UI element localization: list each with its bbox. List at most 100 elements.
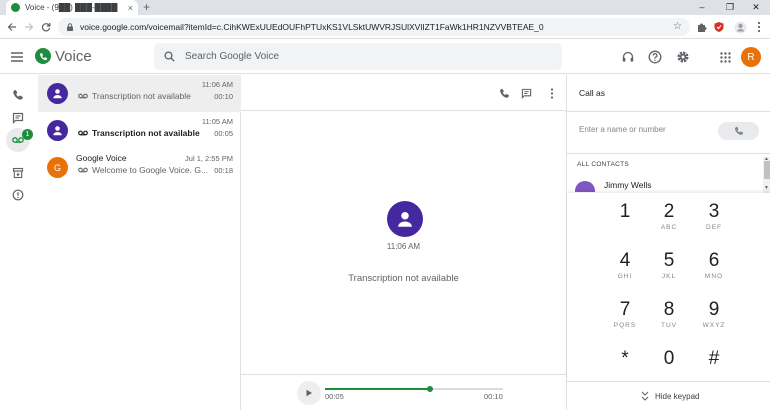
- reload-icon[interactable]: [38, 19, 54, 35]
- key-8[interactable]: 8 TUV: [649, 299, 689, 341]
- scrollbar-thumb[interactable]: [764, 161, 770, 179]
- lock-icon: [67, 23, 73, 31]
- key-star[interactable]: *: [605, 348, 645, 390]
- tab-close-icon[interactable]: ×: [128, 3, 133, 13]
- seek-slider-thumb[interactable]: [427, 386, 434, 392]
- contacts-scrollbar[interactable]: ▲ ▼: [763, 156, 770, 193]
- key-letters: GHI: [617, 273, 633, 280]
- contacts-header: ALL CONTACTS: [577, 161, 629, 168]
- browser-tab[interactable]: Voice - (9██) ███-████ ×: [6, 0, 138, 15]
- search-input[interactable]: [185, 51, 485, 62]
- more-options-icon[interactable]: [545, 86, 559, 100]
- list-item[interactable]: Transcription not available 11:06 AM 00:…: [38, 75, 241, 112]
- nav-archive[interactable]: [6, 161, 30, 185]
- key-6[interactable]: 6 MNO: [694, 250, 734, 292]
- nav-calls[interactable]: [6, 83, 30, 107]
- key-1[interactable]: 1: [605, 201, 645, 243]
- google-voice-logo-icon: [35, 48, 51, 64]
- key-digit: 8: [663, 299, 675, 320]
- address-bar: voice.google.com/voicemail?itemId=c.CihK…: [0, 15, 770, 39]
- voicemail-preview: Transcription not available: [92, 128, 200, 138]
- transcription-text: Transcription not available: [348, 273, 459, 284]
- nav-messages[interactable]: [6, 106, 30, 130]
- hide-keypad-label: Hide keypad: [655, 391, 700, 401]
- archive-icon: [12, 167, 24, 179]
- tab-title: Voice - (9██) ███-████: [25, 3, 118, 12]
- voicemail-list: Transcription not available 11:06 AM 00:…: [38, 75, 241, 410]
- contact-item[interactable]: Jimmy Wells: [575, 178, 765, 192]
- voicemail-time: 11:05 AM: [201, 117, 233, 126]
- profile-icon[interactable]: [733, 20, 747, 34]
- voicemail-icon: [78, 130, 88, 136]
- key-digit: 6: [708, 250, 720, 271]
- voicemail-received-time: 11:06 AM: [386, 242, 421, 251]
- window-close-button[interactable]: ✕: [742, 0, 770, 15]
- window-maximize-button[interactable]: ❒: [716, 0, 744, 15]
- voicemail-icon: [78, 93, 88, 99]
- url-omnibox[interactable]: voice.google.com/voicemail?itemId=c.CihK…: [58, 18, 690, 36]
- voicemail-time: Jul 1, 2:55 PM: [185, 154, 233, 163]
- extension-puzzle-icon[interactable]: [695, 20, 709, 34]
- name-or-number-input[interactable]: [579, 125, 709, 134]
- help-icon[interactable]: [647, 49, 663, 65]
- apps-grid-icon[interactable]: [717, 49, 733, 65]
- phone-icon: [13, 89, 23, 100]
- person-icon: [53, 89, 62, 99]
- voicemail-detail: 11:06 AM Transcription not available 00:…: [241, 75, 566, 410]
- search-bar[interactable]: [154, 43, 562, 70]
- place-call-button[interactable]: [718, 122, 759, 140]
- settings-gear-icon[interactable]: [675, 49, 691, 65]
- list-item[interactable]: G Google Voice Welcome to Google Voice. …: [38, 149, 241, 186]
- key-digit: 4: [619, 250, 631, 271]
- key-9[interactable]: 9 WXYZ: [694, 299, 734, 341]
- key-2[interactable]: 2 ABC: [649, 201, 689, 243]
- key-0[interactable]: 0: [649, 348, 689, 390]
- key-letters: PQRS: [613, 322, 637, 329]
- forward-arrow-icon[interactable]: [21, 19, 37, 35]
- key-letters: ABC: [660, 224, 678, 231]
- caller-name: Google Voice: [76, 153, 127, 163]
- key-4[interactable]: 4 GHI: [605, 250, 645, 292]
- key-digit: 2: [663, 201, 675, 222]
- headset-icon[interactable]: [620, 49, 636, 65]
- scroll-down-icon[interactable]: ▼: [764, 185, 769, 191]
- hide-keypad-button[interactable]: Hide keypad: [641, 391, 699, 401]
- voice-favicon-icon: [11, 3, 20, 12]
- list-item[interactable]: Transcription not available 11:05 AM 00:…: [38, 112, 241, 149]
- detail-toolbar: [241, 75, 566, 111]
- key-letters: MNO: [704, 273, 724, 280]
- key-hash[interactable]: #: [694, 348, 734, 390]
- main-menu-icon[interactable]: [10, 50, 24, 64]
- nav-rail: 1: [0, 75, 38, 410]
- account-avatar[interactable]: R: [741, 47, 761, 67]
- key-digit: *: [621, 348, 629, 369]
- dial-keypad: 1 2 ABC 3 DEF 4 GHI 5 JKL 6 MNO 7 PQRS 8 TUV 9 W…: [567, 193, 770, 380]
- bookmark-star-icon[interactable]: ☆: [673, 21, 682, 32]
- key-digit: 0: [663, 348, 675, 369]
- nav-spam[interactable]: [6, 183, 30, 207]
- key-5[interactable]: 5 JKL: [649, 250, 689, 292]
- call-as-label: Call as: [579, 88, 605, 98]
- window-minimize-button[interactable]: –: [688, 0, 716, 15]
- nav-voicemail[interactable]: 1: [6, 128, 33, 152]
- divider: [567, 381, 770, 382]
- new-tab-button[interactable]: +: [143, 0, 150, 15]
- extension-shield-icon[interactable]: [712, 20, 726, 34]
- back-arrow-icon[interactable]: [4, 19, 20, 35]
- person-icon: [53, 126, 62, 136]
- elapsed-time: 00:05: [325, 392, 344, 401]
- voicemail-time: 11:06 AM: [201, 80, 233, 89]
- contact-name: Jimmy Wells: [604, 180, 652, 190]
- voicemail-count-badge: 1: [22, 129, 33, 140]
- info-icon: [12, 189, 24, 201]
- play-button[interactable]: [297, 381, 321, 405]
- seek-slider[interactable]: [325, 386, 503, 392]
- seek-slider-progress: [325, 388, 431, 390]
- browser-menu-icon[interactable]: [752, 20, 766, 34]
- key-letters: DEF: [706, 224, 722, 231]
- key-7[interactable]: 7 PQRS: [605, 299, 645, 341]
- key-digit: #: [708, 348, 720, 369]
- key-3[interactable]: 3 DEF: [694, 201, 734, 243]
- call-back-phone-icon[interactable]: [497, 86, 511, 100]
- send-message-icon[interactable]: [519, 86, 533, 100]
